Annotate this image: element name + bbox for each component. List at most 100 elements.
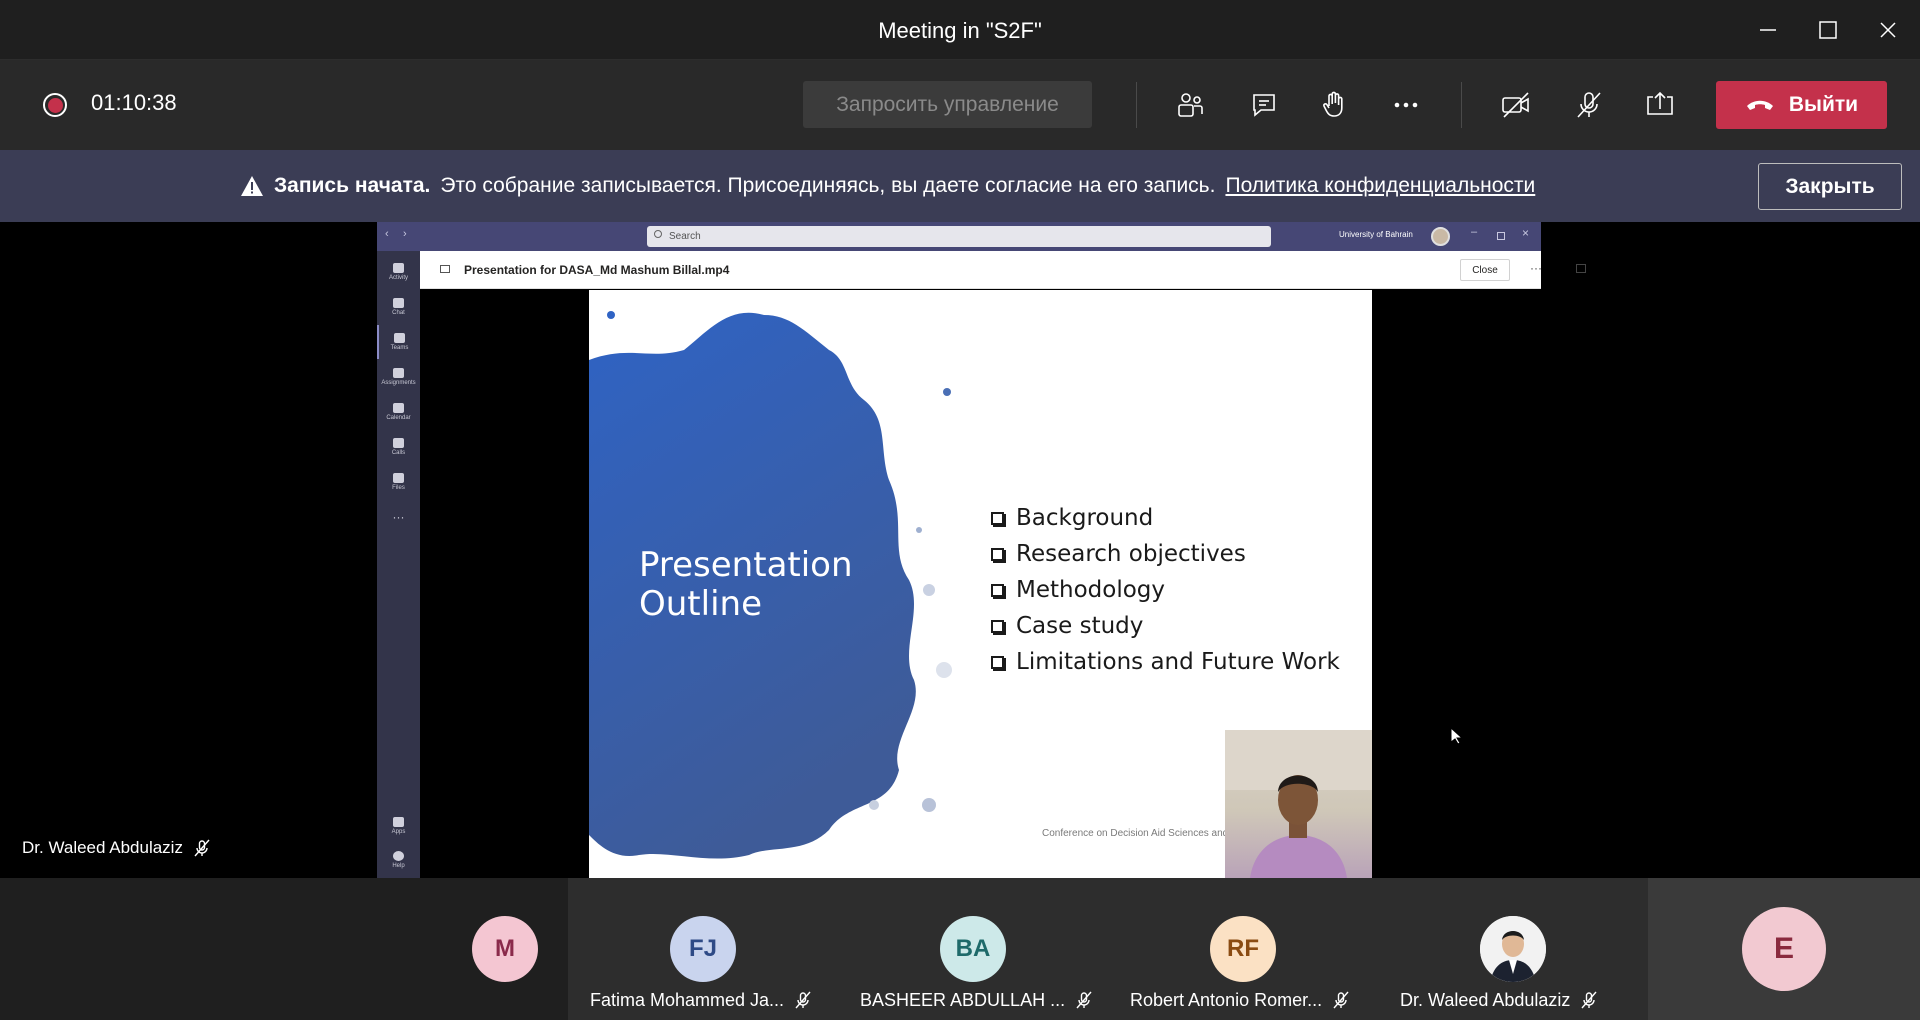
slide-footer: Conference on Decision Aid Sciences and … <box>1042 828 1238 839</box>
participant-tile[interactable]: FJ Fatima Mohammed Ja... <box>568 878 838 1020</box>
list-item: Research objectives <box>991 536 1340 572</box>
rail-item-help: Help <box>377 843 420 877</box>
avatar: BA <box>940 916 1006 982</box>
checkbox-bullet-icon <box>991 619 1004 633</box>
presenter-figure <box>1225 730 1372 878</box>
participants-icon <box>1178 93 1203 117</box>
leave-label: Выйти <box>1788 93 1859 116</box>
show-chat-button[interactable] <box>1239 81 1289 129</box>
checkbox-bullet-icon <box>991 583 1004 597</box>
avatar: E <box>1742 907 1826 991</box>
list-item: Methodology <box>991 572 1340 608</box>
rail-item-assignments: Assignments <box>377 360 420 394</box>
maximize-button[interactable] <box>1798 0 1858 60</box>
participant-tile[interactable]: RF Robert Antonio Romer... <box>1108 878 1378 1020</box>
chat-icon <box>393 298 404 308</box>
shared-search-input[interactable]: Search <box>647 226 1271 247</box>
maximize-icon <box>1819 21 1837 39</box>
participant-tile[interactable]: BA BASHEER ABDULLAH ... <box>838 878 1108 1020</box>
shared-screen: ‹ › Search University of Bahrain – × Act… <box>377 222 1586 878</box>
participant-tile[interactable]: E <box>1648 878 1920 1020</box>
close-window-button[interactable] <box>1858 0 1918 60</box>
chat-icon <box>1576 264 1586 273</box>
raise-hand-button[interactable] <box>1309 81 1359 129</box>
list-item: Background <box>991 500 1340 536</box>
more-icon: ··· <box>392 510 405 524</box>
participant-name: Dr. Waleed Abdulaziz <box>1400 989 1571 1010</box>
more-icon <box>1394 102 1418 108</box>
back-arrow-icon: ‹ <box>385 228 389 240</box>
org-name: University of Bahrain <box>1339 230 1413 239</box>
participants-strip: M FJ Fatima Mohammed Ja... BA BASHEER AB… <box>0 878 1920 1020</box>
share-icon <box>1647 91 1673 115</box>
avatar: M <box>472 916 538 982</box>
rail-item-calls: Calls <box>377 430 420 464</box>
share-content-button[interactable] <box>1635 81 1685 129</box>
minimize-button[interactable] <box>1738 0 1798 60</box>
minimize-icon: – <box>1471 226 1478 238</box>
slide-title: Presentation Outline <box>639 545 853 624</box>
meeting-stage: ‹ › Search University of Bahrain – × Act… <box>0 222 1920 878</box>
mic-off-icon <box>1577 92 1601 118</box>
privacy-policy-link[interactable]: Политика конфиденциальности <box>1225 174 1535 198</box>
maximize-icon <box>1497 232 1505 240</box>
file-name: Presentation for DASA_Md Mashum Billal.m… <box>464 263 730 277</box>
calendar-icon <box>393 403 404 413</box>
close-icon <box>1880 22 1896 38</box>
user-photo <box>1480 916 1546 982</box>
mic-off-icon <box>1333 991 1349 1009</box>
participant-name-row: Dr. Waleed Abdulaziz <box>1400 988 1598 1012</box>
mic-off-icon <box>795 991 811 1009</box>
file-close-button: Close <box>1460 259 1510 281</box>
presenter-video <box>1225 730 1372 878</box>
request-control-button[interactable]: Запросить управление <box>803 81 1092 128</box>
participant-name-row: Robert Antonio Romer... <box>1130 988 1350 1012</box>
file-icon <box>393 473 404 483</box>
phone-hangup-icon <box>1746 100 1773 110</box>
avatar <box>1431 227 1450 246</box>
participant-name-row: Fatima Mohammed Ja... <box>590 988 812 1012</box>
forward-arrow-icon: › <box>403 228 407 240</box>
rail-item-activity: Activity <box>377 255 420 289</box>
checkbox-bullet-icon <box>991 511 1004 525</box>
active-speaker-label: Dr. Waleed Abdulaziz <box>22 838 211 858</box>
video-file-icon <box>440 265 450 273</box>
mic-off-icon <box>1076 991 1092 1009</box>
mouse-cursor-icon <box>1450 727 1462 745</box>
participant-tile[interactable]: Dr. Waleed Abdulaziz <box>1378 878 1648 1020</box>
more-actions-button[interactable] <box>1381 81 1431 129</box>
list-item: Case study <box>991 608 1340 644</box>
mic-toggle-button[interactable] <box>1564 81 1614 129</box>
more-icon: ··· <box>1530 261 1542 275</box>
avatar <box>1480 916 1546 982</box>
participant-name: Robert Antonio Romer... <box>1130 989 1323 1010</box>
participant-name: BASHEER ABDULLAH ... <box>860 989 1066 1010</box>
title-bar: Meeting in "S2F" <box>0 0 1920 60</box>
list-item: Limitations and Future Work <box>991 644 1340 680</box>
rail-item-teams: Teams <box>377 325 420 359</box>
camera-toggle-button[interactable] <box>1491 81 1541 129</box>
meeting-timer: 01:10:38 <box>91 90 177 115</box>
rail-item-apps: Apps <box>377 809 420 843</box>
checkbox-bullet-icon <box>991 655 1004 669</box>
participant-name: Fatima Mohammed Ja... <box>590 989 785 1010</box>
banner-heading: Запись начата. <box>274 174 431 197</box>
show-participants-button[interactable] <box>1165 81 1215 129</box>
leave-meeting-button[interactable]: Выйти <box>1716 81 1887 129</box>
mic-off-icon <box>194 839 210 857</box>
avatar: RF <box>1210 916 1276 982</box>
banner-close-button[interactable]: Закрыть <box>1758 163 1902 210</box>
help-icon <box>393 851 404 861</box>
raise-hand-icon <box>1323 91 1343 117</box>
camera-off-icon <box>1502 92 1529 118</box>
mic-off-icon <box>1581 991 1597 1009</box>
participant-name-row: BASHEER ABDULLAH ... <box>860 988 1093 1012</box>
apps-icon <box>393 817 404 827</box>
rail-item-chat: Chat <box>377 290 420 324</box>
teams-icon <box>394 333 405 343</box>
meeting-toolbar: 01:10:38 Запросить управление Выйти <box>0 60 1920 150</box>
rail-item-calendar: Calendar <box>377 395 420 429</box>
shared-app-rail: Activity Chat Teams Assignments Calendar… <box>377 251 420 878</box>
bell-icon <box>393 263 404 273</box>
minimize-icon <box>1760 29 1776 31</box>
